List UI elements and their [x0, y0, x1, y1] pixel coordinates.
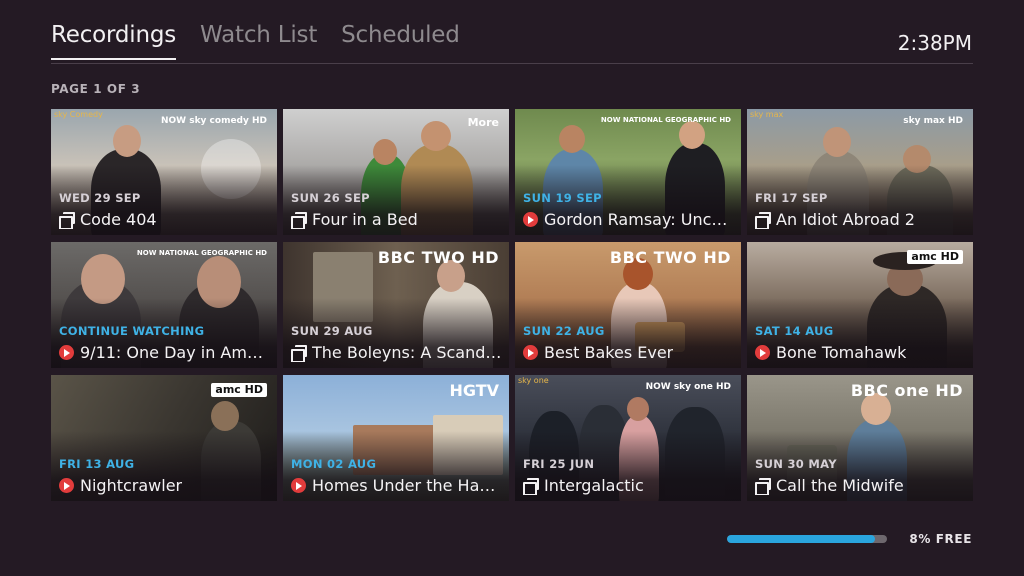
tab-recordings[interactable]: Recordings	[51, 22, 176, 60]
channel-logo: NOW NATIONAL GEOGRAPHIC HD	[600, 116, 731, 124]
recording-card-9-11-one-day[interactable]: NOW NATIONAL GEOGRAPHIC HD CONTINUE WATC…	[51, 242, 277, 368]
recording-card-best-bakes-ever[interactable]: BBC TWO HD SUN 22 AUG Best Bakes Ever	[515, 242, 741, 368]
channel-corner-tag: sky max	[750, 110, 784, 119]
record-icon	[59, 478, 74, 493]
channel-logo: amc HD	[211, 383, 267, 397]
recording-title: Call the Midwife	[776, 476, 904, 495]
recording-card-an-idiot-abroad-2[interactable]: sky max sky max HD FRI 17 SEP An Idiot A…	[747, 109, 973, 235]
recording-title: An Idiot Abroad 2	[776, 210, 915, 229]
tab-watch-list[interactable]: Watch List	[200, 22, 317, 58]
record-icon	[59, 345, 74, 360]
recording-date: FRI 13 AUG	[59, 457, 135, 471]
recording-date: WED 29 SEP	[59, 191, 141, 205]
recording-date: CONTINUE WATCHING	[59, 324, 205, 338]
channel-logo: NOW sky comedy HD	[160, 116, 267, 126]
recording-title: Gordon Ramsay: Unch…	[544, 210, 735, 229]
series-icon	[291, 212, 307, 229]
recording-date: SUN 22 AUG	[523, 324, 605, 338]
header-divider	[51, 63, 973, 64]
recording-date: FRI 25 JUN	[523, 457, 595, 471]
channel-corner-tag: sky Comedy	[54, 110, 103, 119]
storage-free-label: 8% FREE	[909, 532, 972, 546]
series-icon	[755, 212, 771, 229]
recording-date: SAT 14 AUG	[755, 324, 834, 338]
storage-indicator: 8% FREE	[727, 532, 972, 546]
series-icon	[59, 212, 75, 229]
recording-card-bone-tomahawk[interactable]: amc HD SAT 14 AUG Bone Tomahawk	[747, 242, 973, 368]
tab-bar: Recordings Watch List Scheduled	[51, 22, 460, 62]
recording-title: Best Bakes Ever	[544, 343, 674, 362]
channel-logo: NOW sky one HD	[645, 382, 731, 392]
record-icon	[523, 212, 538, 227]
channel-logo: BBC one HD	[850, 381, 963, 400]
channel-logo: BBC TWO HD	[609, 248, 731, 267]
recording-card-gordon-ramsay[interactable]: NOW NATIONAL GEOGRAPHIC HD SUN 19 SEP Go…	[515, 109, 741, 235]
recording-card-nightcrawler[interactable]: amc HD FRI 13 AUG Nightcrawler	[51, 375, 277, 501]
recording-title: Bone Tomahawk	[776, 343, 907, 362]
recording-card-code-404[interactable]: sky Comedy NOW sky comedy HD WED 29 SEP …	[51, 109, 277, 235]
recording-card-four-in-a-bed[interactable]: More SUN 26 SEP Four in a Bed	[283, 109, 509, 235]
recording-title: Code 404	[80, 210, 157, 229]
recording-title: Four in a Bed	[312, 210, 418, 229]
channel-logo: BBC TWO HD	[377, 248, 499, 267]
recording-title: 9/11: One Day in Ame…	[80, 343, 271, 362]
tab-scheduled[interactable]: Scheduled	[341, 22, 460, 58]
channel-corner-tag: sky one	[518, 376, 549, 385]
channel-logo: NOW NATIONAL GEOGRAPHIC HD	[136, 249, 267, 257]
channel-logo: sky max HD	[903, 116, 963, 126]
series-icon	[755, 478, 771, 495]
channel-logo: More	[467, 116, 499, 129]
recording-date: FRI 17 SEP	[755, 191, 828, 205]
recording-card-call-the-midwife[interactable]: BBC one HD SUN 30 MAY Call the Midwife	[747, 375, 973, 501]
recording-title: Homes Under the Ha…	[312, 476, 496, 495]
channel-logo: HGTV	[449, 381, 499, 400]
record-icon	[755, 345, 770, 360]
recording-date: SUN 19 SEP	[523, 191, 602, 205]
recordings-grid: sky Comedy NOW sky comedy HD WED 29 SEP …	[51, 109, 973, 501]
recording-date: SUN 29 AUG	[291, 324, 373, 338]
recording-date: SUN 30 MAY	[755, 457, 837, 471]
storage-bar-fill	[727, 535, 875, 543]
record-icon	[291, 478, 306, 493]
series-icon	[291, 345, 307, 362]
storage-bar	[727, 535, 888, 543]
recording-date: MON 02 AUG	[291, 457, 377, 471]
recording-card-the-boleyns[interactable]: BBC TWO HD SUN 29 AUG The Boleyns: A Sca…	[283, 242, 509, 368]
recording-card-homes-under-the-hammer[interactable]: HGTV MON 02 AUG Homes Under the Ha…	[283, 375, 509, 501]
recording-date: SUN 26 SEP	[291, 191, 370, 205]
record-icon	[523, 345, 538, 360]
page-indicator: PAGE 1 OF 3	[51, 82, 141, 96]
clock: 2:38PM	[897, 31, 972, 55]
recording-card-intergalactic[interactable]: sky one NOW sky one HD FRI 25 JUN Interg…	[515, 375, 741, 501]
recording-title: Intergalactic	[544, 476, 644, 495]
channel-logo: amc HD	[907, 250, 963, 264]
series-icon	[523, 478, 539, 495]
recording-title: Nightcrawler	[80, 476, 183, 495]
recording-title: The Boleyns: A Scand…	[312, 343, 502, 362]
